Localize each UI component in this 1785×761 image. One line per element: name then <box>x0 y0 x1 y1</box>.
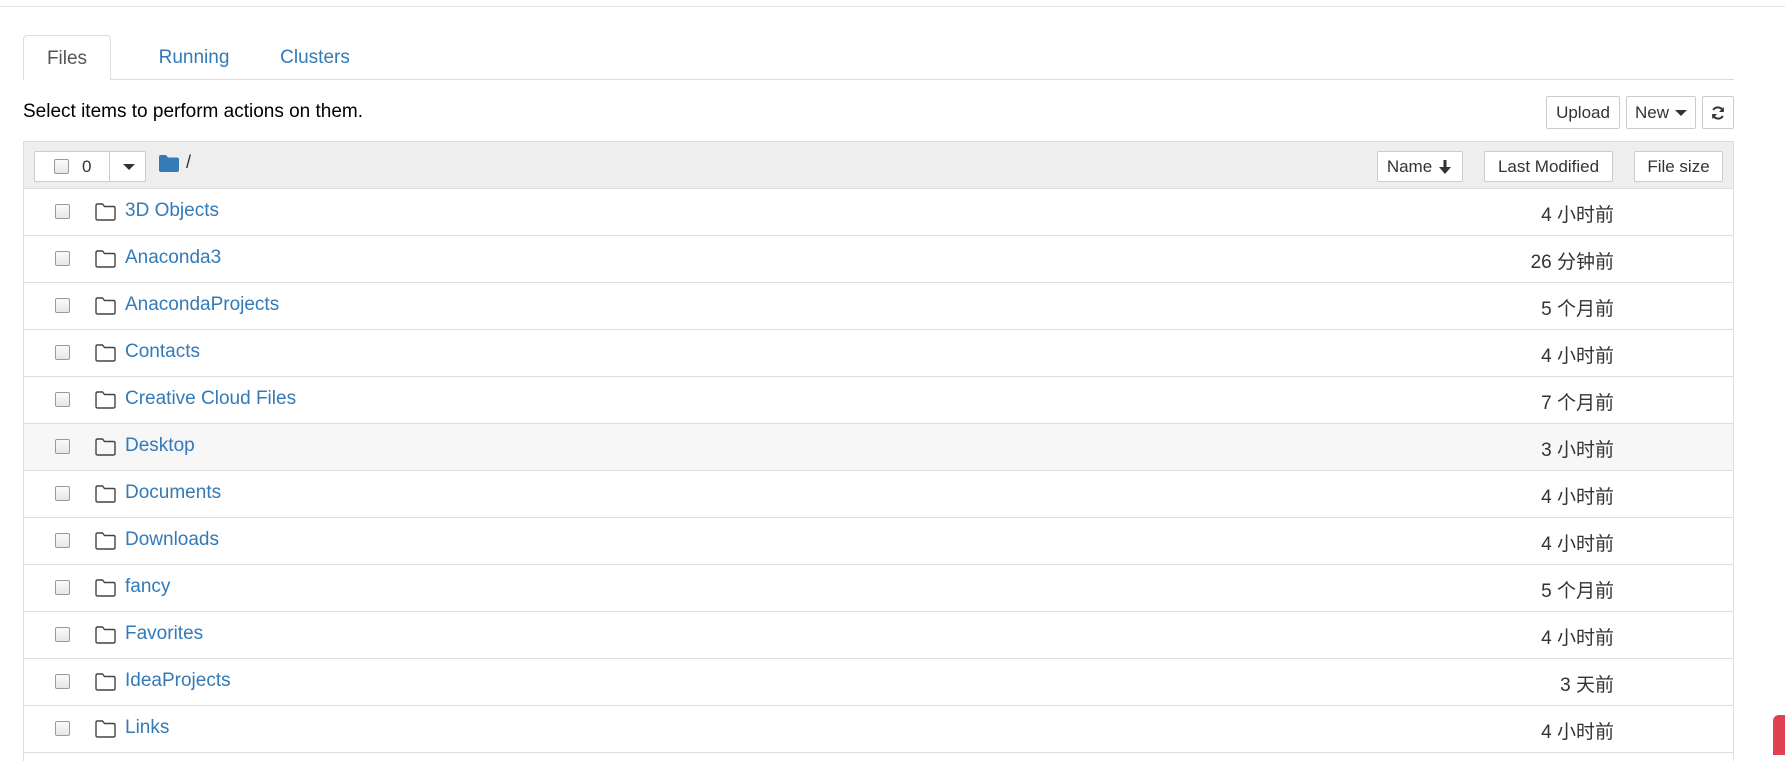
file-list-row[interactable]: Downloads 4 小时前 <box>24 518 1733 565</box>
select-all-checkbox[interactable] <box>54 159 69 174</box>
file-list-row[interactable]: fancy 5 个月前 <box>24 565 1733 612</box>
tab-clusters[interactable]: Clusters <box>259 35 371 80</box>
sort-name-label: Name <box>1386 156 1433 176</box>
row-checkbox[interactable] <box>55 251 70 266</box>
last-modified: 4 小时前 <box>1541 205 1614 226</box>
new-button-label: New <box>1634 102 1669 122</box>
row-checkbox[interactable] <box>55 345 70 360</box>
last-modified: 7 个月前 <box>1541 393 1614 414</box>
last-modified: 4 小时前 <box>1541 346 1614 367</box>
folder-icon <box>95 720 116 738</box>
last-modified: 26 分钟前 <box>1530 252 1614 273</box>
folder-icon <box>95 250 116 268</box>
dropdown-divider <box>109 152 110 181</box>
file-name-link[interactable]: 3D Objects <box>125 200 219 222</box>
folder-icon <box>95 673 116 691</box>
last-modified: 4 小时前 <box>1541 487 1614 508</box>
folder-icon <box>95 297 116 315</box>
last-modified: 4 小时前 <box>1541 534 1614 555</box>
file-name-link[interactable]: Favorites <box>125 623 203 645</box>
tab-running[interactable]: Running <box>127 35 261 80</box>
caret-down-icon <box>1675 109 1687 116</box>
folder-icon[interactable] <box>159 155 179 172</box>
file-list-row[interactable]: AnacondaProjects 5 个月前 <box>24 283 1733 330</box>
tab-files[interactable]: Files <box>23 35 111 81</box>
file-name-link[interactable]: AnacondaProjects <box>125 294 279 316</box>
sort-by-modified-button[interactable]: Last Modified <box>1484 151 1613 182</box>
sort-modified-label: Last Modified <box>1497 156 1600 176</box>
row-checkbox[interactable] <box>55 721 70 736</box>
folder-icon <box>95 485 116 503</box>
arrow-down-icon <box>1439 159 1452 174</box>
folder-icon <box>95 532 116 550</box>
file-list-row[interactable]: Desktop 3 小时前 <box>24 424 1733 471</box>
breadcrumb[interactable]: / <box>186 152 191 173</box>
last-modified: 4 小时前 <box>1541 628 1614 649</box>
row-checkbox[interactable] <box>55 533 70 548</box>
selected-count: 0 <box>82 157 92 176</box>
upload-button[interactable]: Upload <box>1546 96 1620 129</box>
file-list-row[interactable]: IdeaProjects 3 天前 <box>24 659 1733 706</box>
select-all-dropdown[interactable]: 0 <box>34 151 146 182</box>
file-list-row[interactable]: Favorites 4 小时前 <box>24 612 1733 659</box>
row-checkbox[interactable] <box>55 627 70 642</box>
file-name-link[interactable]: IdeaProjects <box>125 670 231 692</box>
file-name-link[interactable]: Documents <box>125 482 221 504</box>
row-checkbox[interactable] <box>55 439 70 454</box>
last-modified: 5 个月前 <box>1541 299 1614 320</box>
folder-icon <box>95 626 116 644</box>
file-list-panel: 0 / Name Last Modified File size 3D Obje… <box>23 141 1734 761</box>
folder-icon <box>95 391 116 409</box>
folder-icon <box>95 438 116 456</box>
last-modified: 3 小时前 <box>1541 440 1614 461</box>
file-name-link[interactable]: fancy <box>125 576 170 598</box>
row-checkbox[interactable] <box>55 486 70 501</box>
file-name-link[interactable]: Downloads <box>125 529 219 551</box>
last-modified: 5 个月前 <box>1541 581 1614 602</box>
refresh-button[interactable] <box>1702 96 1734 129</box>
file-name-link[interactable]: Links <box>125 717 169 739</box>
row-checkbox[interactable] <box>55 204 70 219</box>
last-modified: 3 天前 <box>1560 675 1614 696</box>
top-divider <box>0 6 1785 7</box>
file-list-row[interactable]: Contacts 4 小时前 <box>24 330 1733 377</box>
file-list-row[interactable]: Creative Cloud Files 7 个月前 <box>24 377 1733 424</box>
refresh-icon <box>1712 105 1724 120</box>
upload-button-label: Upload <box>1556 102 1610 122</box>
row-checkbox[interactable] <box>55 674 70 689</box>
file-list-header: 0 / Name Last Modified File size <box>24 142 1733 189</box>
file-list-row[interactable]: Links 4 小时前 <box>24 706 1733 753</box>
file-name-link[interactable]: Desktop <box>125 435 195 457</box>
new-button[interactable]: New <box>1626 96 1696 129</box>
row-checkbox[interactable] <box>55 392 70 407</box>
folder-icon <box>95 579 116 597</box>
file-name-link[interactable]: Anaconda3 <box>125 247 221 269</box>
sort-size-label: File size <box>1647 156 1710 176</box>
last-modified: 4 小时前 <box>1541 722 1614 743</box>
caret-down-icon[interactable] <box>123 164 135 170</box>
row-checkbox[interactable] <box>55 580 70 595</box>
sort-by-size-button[interactable]: File size <box>1634 151 1723 182</box>
sort-by-name-button[interactable]: Name <box>1377 151 1463 182</box>
instructions-text: Select items to perform actions on them. <box>23 101 364 122</box>
floating-widget[interactable] <box>1773 715 1785 755</box>
row-checkbox[interactable] <box>55 298 70 313</box>
file-name-link[interactable]: Creative Cloud Files <box>125 388 296 410</box>
file-list-row[interactable]: Documents 4 小时前 <box>24 471 1733 518</box>
file-list: 3D Objects 4 小时前 Anaconda3 26 分钟前 AnacondaPr… <box>24 189 1733 753</box>
tab-bar: Files Running Clusters <box>23 35 1734 81</box>
folder-icon <box>95 203 116 221</box>
file-list-row[interactable]: 3D Objects 4 小时前 <box>24 189 1733 236</box>
file-name-link[interactable]: Contacts <box>125 341 200 363</box>
file-list-row[interactable]: Anaconda3 26 分钟前 <box>24 236 1733 283</box>
folder-icon <box>95 344 116 362</box>
